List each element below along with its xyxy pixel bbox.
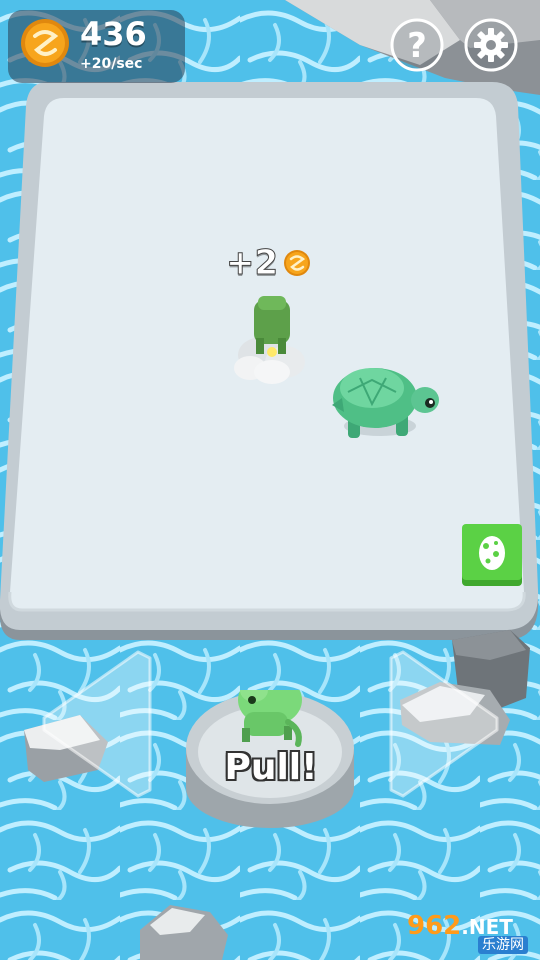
question-mark-icon: ? <box>407 26 427 66</box>
reward-popup: +2 <box>225 243 279 283</box>
pull-label: Pull! <box>224 747 318 788</box>
coin-rate: +20/sec <box>80 56 143 72</box>
dino-on-board <box>254 296 290 357</box>
left-arrow-button[interactable] <box>38 648 153 800</box>
left-arrow-icon <box>42 650 152 798</box>
coin-icon <box>21 19 69 67</box>
right-arrow-button[interactable] <box>388 648 503 800</box>
coin-icon <box>284 250 310 276</box>
watermark-main: 962 <box>407 911 462 941</box>
gear-icon <box>474 28 508 62</box>
egg-icon <box>479 536 505 570</box>
right-arrow-icon <box>389 650 499 798</box>
settings-button[interactable] <box>464 18 518 72</box>
coin-count: 436 <box>80 15 147 53</box>
watermark-sub: 乐游网 <box>478 936 528 954</box>
egg-shop-button[interactable] <box>462 524 522 586</box>
help-button[interactable]: ? <box>390 18 444 72</box>
